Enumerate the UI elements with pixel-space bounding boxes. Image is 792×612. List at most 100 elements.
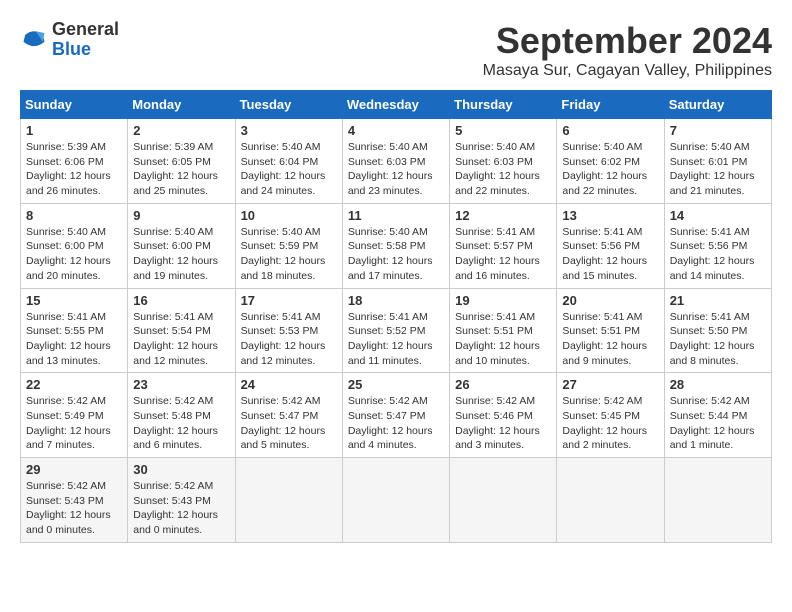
daylight-label: Daylight: 12 hours — [348, 425, 433, 437]
calendar-week-row: 22 Sunrise: 5:42 AM Sunset: 5:49 PM Dayl… — [21, 373, 772, 458]
calendar-day-cell: 11 Sunrise: 5:40 AM Sunset: 5:58 PM Dayl… — [342, 203, 449, 288]
day-number: 15 — [26, 293, 122, 308]
sunrise-label: Sunrise: 5:42 AM — [562, 395, 642, 407]
day-number: 7 — [670, 123, 766, 138]
daylight-label: Daylight: 12 hours — [26, 340, 111, 352]
weekday-header: Saturday — [664, 91, 771, 119]
day-number: 6 — [562, 123, 658, 138]
sunset-label: Sunset: 6:03 PM — [455, 156, 533, 168]
daylight-minutes: and 7 minutes. — [26, 439, 95, 451]
daylight-label: Daylight: 12 hours — [241, 170, 326, 182]
daylight-minutes: and 0 minutes. — [133, 524, 202, 536]
day-detail: Sunrise: 5:41 AM Sunset: 5:50 PM Dayligh… — [670, 310, 766, 369]
sunset-label: Sunset: 5:57 PM — [455, 240, 533, 252]
calendar-week-row: 15 Sunrise: 5:41 AM Sunset: 5:55 PM Dayl… — [21, 288, 772, 373]
daylight-label: Daylight: 12 hours — [348, 170, 433, 182]
sunset-label: Sunset: 6:03 PM — [348, 156, 426, 168]
day-number: 19 — [455, 293, 551, 308]
day-number: 16 — [133, 293, 229, 308]
calendar-day-cell — [664, 458, 771, 543]
sunrise-label: Sunrise: 5:40 AM — [670, 141, 750, 153]
sunset-label: Sunset: 5:56 PM — [562, 240, 640, 252]
calendar-day-cell: 18 Sunrise: 5:41 AM Sunset: 5:52 PM Dayl… — [342, 288, 449, 373]
daylight-label: Daylight: 12 hours — [241, 425, 326, 437]
sunrise-label: Sunrise: 5:41 AM — [241, 311, 321, 323]
sunset-label: Sunset: 6:01 PM — [670, 156, 748, 168]
sunset-label: Sunset: 6:05 PM — [133, 156, 211, 168]
daylight-label: Daylight: 12 hours — [133, 340, 218, 352]
sunset-label: Sunset: 5:49 PM — [26, 410, 104, 422]
location-subtitle: Masaya Sur, Cagayan Valley, Philippines — [483, 62, 772, 80]
sunrise-label: Sunrise: 5:41 AM — [562, 311, 642, 323]
day-number: 28 — [670, 377, 766, 392]
daylight-label: Daylight: 12 hours — [455, 255, 540, 267]
calendar-day-cell: 12 Sunrise: 5:41 AM Sunset: 5:57 PM Dayl… — [450, 203, 557, 288]
weekday-header: Wednesday — [342, 91, 449, 119]
calendar-week-row: 8 Sunrise: 5:40 AM Sunset: 6:00 PM Dayli… — [21, 203, 772, 288]
sunrise-label: Sunrise: 5:42 AM — [670, 395, 750, 407]
daylight-minutes: and 13 minutes. — [26, 355, 101, 367]
sunrise-label: Sunrise: 5:40 AM — [562, 141, 642, 153]
sunset-label: Sunset: 6:00 PM — [133, 240, 211, 252]
calendar-day-cell: 9 Sunrise: 5:40 AM Sunset: 6:00 PM Dayli… — [128, 203, 235, 288]
daylight-label: Daylight: 12 hours — [26, 255, 111, 267]
calendar-day-cell: 28 Sunrise: 5:42 AM Sunset: 5:44 PM Dayl… — [664, 373, 771, 458]
day-detail: Sunrise: 5:40 AM Sunset: 5:59 PM Dayligh… — [241, 225, 337, 284]
daylight-label: Daylight: 12 hours — [133, 509, 218, 521]
day-detail: Sunrise: 5:42 AM Sunset: 5:49 PM Dayligh… — [26, 394, 122, 453]
logo: General Blue — [20, 20, 119, 60]
calendar-day-cell: 25 Sunrise: 5:42 AM Sunset: 5:47 PM Dayl… — [342, 373, 449, 458]
day-detail: Sunrise: 5:42 AM Sunset: 5:44 PM Dayligh… — [670, 394, 766, 453]
calendar-day-cell: 7 Sunrise: 5:40 AM Sunset: 6:01 PM Dayli… — [664, 119, 771, 204]
day-number: 1 — [26, 123, 122, 138]
daylight-label: Daylight: 12 hours — [26, 509, 111, 521]
day-detail: Sunrise: 5:42 AM Sunset: 5:43 PM Dayligh… — [133, 479, 229, 538]
day-detail: Sunrise: 5:42 AM Sunset: 5:47 PM Dayligh… — [348, 394, 444, 453]
sunrise-label: Sunrise: 5:42 AM — [348, 395, 428, 407]
sunrise-label: Sunrise: 5:41 AM — [670, 226, 750, 238]
daylight-minutes: and 23 minutes. — [348, 185, 423, 197]
daylight-minutes: and 9 minutes. — [562, 355, 631, 367]
sunset-label: Sunset: 5:58 PM — [348, 240, 426, 252]
calendar-day-cell: 5 Sunrise: 5:40 AM Sunset: 6:03 PM Dayli… — [450, 119, 557, 204]
day-detail: Sunrise: 5:42 AM Sunset: 5:47 PM Dayligh… — [241, 394, 337, 453]
calendar-day-cell: 23 Sunrise: 5:42 AM Sunset: 5:48 PM Dayl… — [128, 373, 235, 458]
sunrise-label: Sunrise: 5:42 AM — [26, 480, 106, 492]
day-number: 22 — [26, 377, 122, 392]
daylight-label: Daylight: 12 hours — [26, 425, 111, 437]
calendar-week-row: 29 Sunrise: 5:42 AM Sunset: 5:43 PM Dayl… — [21, 458, 772, 543]
calendar-table: SundayMondayTuesdayWednesdayThursdayFrid… — [20, 90, 772, 543]
weekday-header: Tuesday — [235, 91, 342, 119]
day-detail: Sunrise: 5:42 AM Sunset: 5:43 PM Dayligh… — [26, 479, 122, 538]
day-number: 25 — [348, 377, 444, 392]
title-area: September 2024 Masaya Sur, Cagayan Valle… — [483, 20, 772, 80]
calendar-day-cell: 21 Sunrise: 5:41 AM Sunset: 5:50 PM Dayl… — [664, 288, 771, 373]
sunset-label: Sunset: 5:43 PM — [133, 495, 211, 507]
sunrise-label: Sunrise: 5:41 AM — [455, 226, 535, 238]
daylight-minutes: and 16 minutes. — [455, 270, 530, 282]
calendar-day-cell: 10 Sunrise: 5:40 AM Sunset: 5:59 PM Dayl… — [235, 203, 342, 288]
day-number: 30 — [133, 462, 229, 477]
daylight-label: Daylight: 12 hours — [670, 425, 755, 437]
sunrise-label: Sunrise: 5:40 AM — [455, 141, 535, 153]
daylight-minutes: and 20 minutes. — [26, 270, 101, 282]
day-number: 8 — [26, 208, 122, 223]
daylight-label: Daylight: 12 hours — [26, 170, 111, 182]
daylight-label: Daylight: 12 hours — [133, 255, 218, 267]
sunrise-label: Sunrise: 5:41 AM — [455, 311, 535, 323]
sunset-label: Sunset: 5:52 PM — [348, 325, 426, 337]
sunset-label: Sunset: 5:43 PM — [26, 495, 104, 507]
sunset-label: Sunset: 5:47 PM — [241, 410, 319, 422]
sunrise-label: Sunrise: 5:42 AM — [133, 395, 213, 407]
day-detail: Sunrise: 5:40 AM Sunset: 6:03 PM Dayligh… — [455, 140, 551, 199]
day-number: 23 — [133, 377, 229, 392]
sunrise-label: Sunrise: 5:40 AM — [348, 226, 428, 238]
daylight-minutes: and 22 minutes. — [455, 185, 530, 197]
day-number: 27 — [562, 377, 658, 392]
day-number: 24 — [241, 377, 337, 392]
day-number: 3 — [241, 123, 337, 138]
daylight-minutes: and 12 minutes. — [241, 355, 316, 367]
sunset-label: Sunset: 5:50 PM — [670, 325, 748, 337]
daylight-label: Daylight: 12 hours — [133, 170, 218, 182]
daylight-label: Daylight: 12 hours — [455, 425, 540, 437]
